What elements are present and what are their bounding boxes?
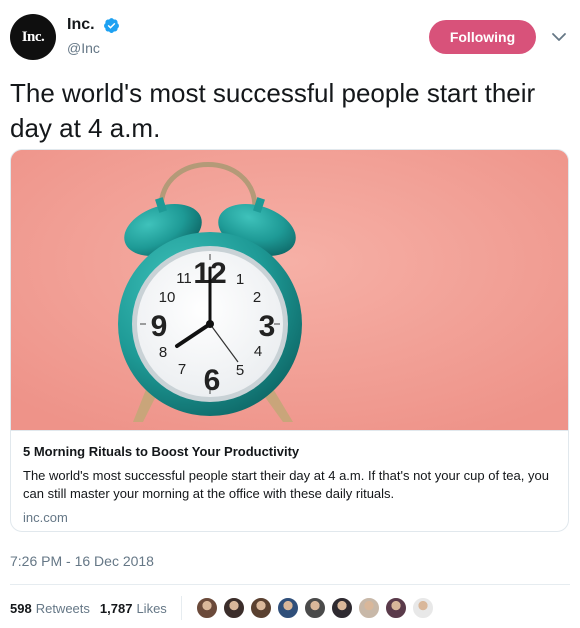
retweets-count: 598 (10, 600, 32, 616)
card-domain: inc.com (23, 510, 68, 525)
alarm-clock-icon: 12 1 2 3 4 5 6 7 8 9 10 11 (11, 150, 568, 430)
liker-avatar[interactable] (411, 597, 434, 619)
display-name[interactable]: Inc. (67, 16, 95, 34)
liker-avatar[interactable] (357, 597, 380, 619)
clock-number-8: 8 (159, 344, 167, 361)
clock-number-7: 7 (178, 361, 186, 378)
avatar-logo-text: Inc. (21, 28, 45, 45)
clock-number-9: 9 (151, 310, 168, 343)
chevron-down-icon[interactable] (550, 28, 568, 46)
likes-count: 1,787 (99, 600, 133, 616)
likes-label: Likes (136, 600, 167, 616)
retweets-stat[interactable]: 598 Retweets (10, 601, 90, 616)
card-description: The world's most successful people start… (23, 468, 549, 501)
liker-avatars (195, 597, 439, 619)
handle[interactable]: @Inc (67, 40, 120, 56)
tweet-header: Inc. Inc. @Inc Following (0, 0, 580, 70)
following-button[interactable]: Following (429, 20, 536, 54)
liker-avatar[interactable] (222, 597, 245, 619)
liker-avatar[interactable] (303, 597, 326, 619)
card-body[interactable]: 5 Morning Rituals to Boost Your Producti… (11, 430, 568, 531)
liker-avatar[interactable] (384, 597, 407, 619)
card-title[interactable]: 5 Morning Rituals to Boost Your Producti… (23, 443, 558, 461)
liker-avatar[interactable] (249, 597, 272, 619)
retweets-label: Retweets (35, 600, 90, 616)
tweet-text: The world's most successful people start… (10, 78, 536, 143)
liker-avatar[interactable] (330, 597, 353, 619)
divider (10, 584, 570, 585)
liker-avatar[interactable] (195, 597, 218, 619)
stats-divider (180, 596, 182, 620)
likes-stat[interactable]: 1,787 Likes (100, 601, 167, 616)
avatar[interactable]: Inc. (10, 14, 56, 60)
card-image-alarm-clock[interactable]: 12 1 2 3 4 5 6 7 8 9 10 11 (11, 150, 568, 430)
clock-number-3: 3 (259, 310, 276, 343)
liker-avatar[interactable] (276, 597, 299, 619)
clock-number-4: 4 (254, 343, 262, 360)
tweet-timestamp[interactable]: 7:26 PM - 16 Dec 2018 (10, 553, 154, 569)
clock-number-6: 6 (204, 364, 221, 397)
clock-number-1: 1 (236, 271, 244, 288)
clock-number-5: 5 (236, 362, 244, 379)
link-card[interactable]: 12 1 2 3 4 5 6 7 8 9 10 11 5 Morning Rit… (10, 149, 569, 532)
clock-number-2: 2 (253, 289, 261, 306)
verified-badge-icon (104, 17, 119, 33)
account-name-block[interactable]: Inc. @Inc (67, 16, 120, 56)
clock-number-11: 11 (176, 270, 192, 287)
tweet-stats: 598 Retweets 1,787 Likes (10, 596, 439, 620)
clock-number-10: 10 (159, 289, 176, 306)
